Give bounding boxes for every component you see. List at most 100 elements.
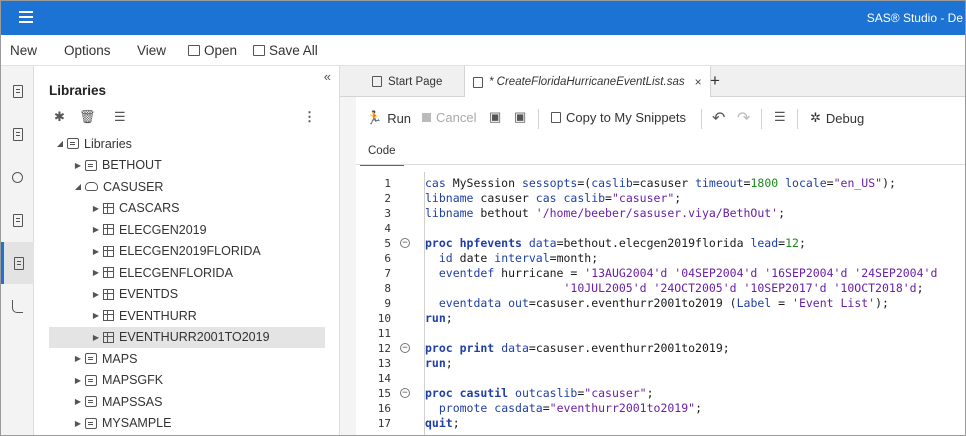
code-content: cas MySession sessopts=(caslib=casuser t… bbox=[425, 176, 937, 431]
code-token: ; bbox=[798, 236, 806, 250]
tree-item[interactable]: ▶ ELECGENFLORIDA bbox=[49, 262, 325, 284]
tree-item-label: MAPSGFK bbox=[102, 373, 164, 388]
table-icon bbox=[103, 267, 114, 279]
close-tab-icon[interactable]: × bbox=[695, 75, 702, 89]
code-line: eventdef hurricane = '13AUG2004'd '04SEP… bbox=[425, 266, 938, 281]
tab-code[interactable]: Code bbox=[360, 142, 404, 166]
fold-icon[interactable]: − bbox=[400, 388, 410, 398]
save-all-button[interactable]: Save All bbox=[253, 43, 318, 58]
run-button[interactable]: 🏃 Run bbox=[366, 110, 411, 126]
menu-new[interactable]: New bbox=[10, 43, 37, 58]
save-program-icon[interactable]: ▣ bbox=[489, 109, 501, 125]
copy-to-snippets-button[interactable]: Copy to My Snippets bbox=[551, 110, 686, 125]
line-number: 2 bbox=[356, 191, 424, 206]
tree-item[interactable]: ▶ ELECGEN2019FLORIDA bbox=[49, 241, 325, 263]
format-code-icon[interactable]: ☰ bbox=[774, 109, 786, 125]
rail-export[interactable] bbox=[1, 199, 34, 241]
code-line: '10JUL2005'd '24OCT2005'd '10SEP2017'd '… bbox=[425, 281, 937, 296]
line-number: 12− bbox=[356, 341, 424, 356]
collapsed-caret-icon[interactable]: ▶ bbox=[91, 204, 101, 213]
collapsed-caret-icon[interactable]: ▶ bbox=[73, 354, 83, 363]
rail-snippets[interactable] bbox=[1, 113, 34, 155]
tree-item[interactable]: ▶ CASCARS bbox=[49, 198, 325, 220]
library-icon bbox=[85, 353, 97, 365]
collapsed-caret-icon[interactable]: ▶ bbox=[73, 397, 83, 406]
code-token: locale bbox=[785, 176, 827, 190]
tree-item[interactable]: ▶ MAPSSAS bbox=[49, 391, 325, 413]
more-icon[interactable]: ⋮ bbox=[303, 109, 316, 125]
menu-options[interactable]: Options bbox=[64, 43, 111, 58]
menu-icon[interactable] bbox=[19, 11, 33, 23]
tree-item[interactable]: ▶ MAPSGFK bbox=[49, 370, 325, 392]
collapsed-caret-icon[interactable]: ▶ bbox=[73, 161, 83, 170]
debug-label: Debug bbox=[825, 110, 865, 126]
open-button[interactable]: Open bbox=[188, 43, 237, 58]
delete-icon[interactable]: 🗑 bbox=[79, 109, 96, 125]
expanded-caret-icon[interactable]: ◢ bbox=[73, 182, 83, 191]
tree-item[interactable]: ▶ MAPS bbox=[49, 348, 325, 370]
collapsed-caret-icon[interactable]: ▶ bbox=[91, 225, 101, 234]
fold-icon[interactable]: − bbox=[400, 238, 410, 248]
code-token: quit bbox=[425, 416, 453, 430]
tree-item[interactable]: ◢ CASUSER bbox=[49, 176, 325, 198]
menu-view[interactable]: View bbox=[137, 43, 166, 58]
collapsed-caret-icon[interactable]: ▶ bbox=[91, 333, 101, 342]
code-token: run bbox=[425, 311, 446, 325]
save-as-icon[interactable]: ▣ bbox=[514, 109, 526, 125]
code-line: libname casuser cas caslib="casuser"; bbox=[425, 191, 937, 206]
tree-item[interactable]: ▶ EVENTHURR bbox=[49, 305, 325, 327]
debug-button[interactable]: ✲ Debug bbox=[810, 110, 864, 126]
collapsed-caret-icon[interactable]: ▶ bbox=[91, 268, 101, 277]
code-line: run; bbox=[425, 311, 937, 326]
tree-item[interactable]: ▶ EVENTDS bbox=[49, 284, 325, 306]
code-token: casuser bbox=[473, 191, 536, 205]
fold-icon[interactable]: − bbox=[400, 343, 410, 353]
code-editor[interactable]: cas MySession sessopts=(caslib=casuser t… bbox=[424, 172, 965, 435]
rail-tasks[interactable] bbox=[1, 156, 34, 198]
tree-item[interactable]: ◢ Libraries bbox=[49, 133, 325, 155]
toolbar-separator bbox=[701, 109, 702, 129]
add-tab-icon[interactable]: + bbox=[710, 71, 720, 91]
collapsed-caret-icon[interactable]: ▶ bbox=[91, 247, 101, 256]
collapsed-caret-icon[interactable]: ▶ bbox=[91, 290, 101, 299]
code-token: =month; bbox=[549, 251, 599, 265]
code-line: eventdata out=casuser.eventhurr2001to201… bbox=[425, 296, 937, 311]
rail-libraries[interactable] bbox=[1, 242, 34, 284]
cancel-button[interactable]: Cancel bbox=[422, 110, 476, 125]
tree-item-label: MYSAMPLE bbox=[102, 416, 172, 431]
code-token: =casuser.eventhurr2001to2019 ( bbox=[528, 296, 737, 310]
tab-program[interactable]: * CreateFloridaHurricaneEventList.sas × bbox=[464, 66, 711, 98]
tree-item[interactable]: ▶ ELECGEN2019 bbox=[49, 219, 325, 241]
code-token: MySession bbox=[445, 176, 522, 190]
line-number-text: 10 bbox=[377, 312, 391, 325]
libraries-title: Libraries bbox=[49, 83, 107, 98]
rail-server-files[interactable] bbox=[1, 70, 34, 112]
tab-start-page[interactable]: Start Page bbox=[364, 66, 450, 97]
new-library-icon[interactable]: ✱ bbox=[54, 109, 65, 125]
libraries-icon bbox=[14, 256, 24, 270]
cas-library-icon bbox=[85, 182, 98, 192]
tree-item[interactable]: ▶ BETHOUT bbox=[49, 155, 325, 177]
undo-icon[interactable]: ↶ bbox=[712, 108, 725, 128]
tree-item[interactable]: ▶ EVENTHURR2001TO2019 bbox=[49, 326, 325, 348]
collapse-icon[interactable]: « bbox=[324, 69, 331, 84]
code-token: ; bbox=[778, 206, 786, 220]
line-number-text: 15 bbox=[377, 387, 391, 400]
tree-item[interactable]: ▶ MYSAMPLE bbox=[49, 413, 325, 435]
collapsed-caret-icon[interactable]: ▶ bbox=[91, 311, 101, 320]
program-icon bbox=[473, 76, 483, 88]
line-number: 15− bbox=[356, 386, 424, 401]
debug-icon: ✲ bbox=[810, 110, 821, 125]
properties-icon[interactable]: ☰ bbox=[114, 109, 126, 125]
expanded-caret-icon[interactable]: ◢ bbox=[55, 139, 65, 148]
redo-icon[interactable]: ↷ bbox=[737, 108, 750, 128]
table-icon bbox=[103, 245, 114, 257]
code-token: '13AUG2004'd '04SEP2004'd '16SEP2004'd '… bbox=[584, 266, 938, 280]
collapsed-caret-icon[interactable]: ▶ bbox=[73, 419, 83, 428]
line-number: 11 bbox=[356, 326, 424, 341]
rail-git[interactable] bbox=[1, 285, 34, 327]
collapsed-caret-icon[interactable]: ▶ bbox=[73, 376, 83, 385]
line-number-text: 13 bbox=[377, 357, 391, 370]
